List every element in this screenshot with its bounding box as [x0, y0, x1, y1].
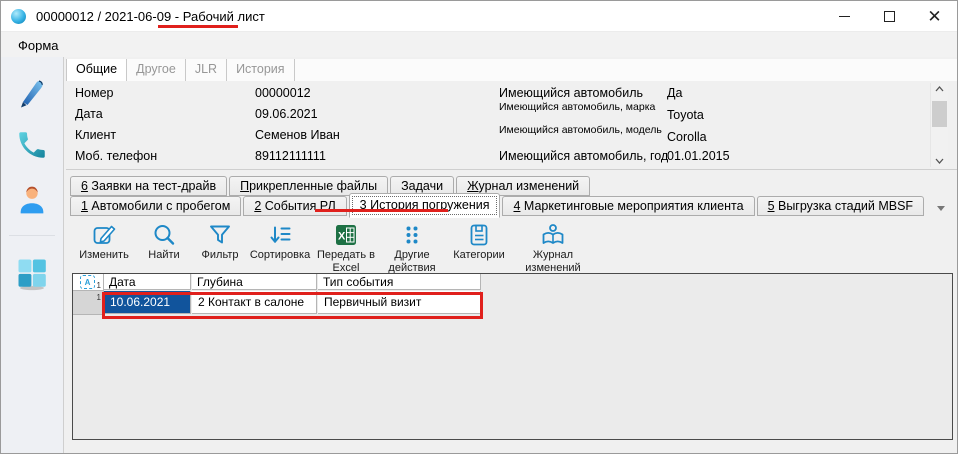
- tab-vygruzka-stadij-mbsf[interactable]: 5 Выгрузка стадий MBSF: [757, 196, 925, 216]
- edit-button[interactable]: Изменить: [72, 221, 136, 262]
- column-header-data[interactable]: Дата: [104, 274, 191, 290]
- tab-istoriya[interactable]: История: [227, 59, 294, 81]
- app-window: 00000012 / 2021-06-09 - Рабочий лист ✕ Ф…: [0, 0, 958, 454]
- close-button[interactable]: ✕: [912, 2, 957, 31]
- field-label: Имеющийся автомобиль, марка: [499, 102, 671, 113]
- column-header-tip-sobytiya[interactable]: Тип события: [318, 274, 481, 290]
- sphere-icon: [11, 9, 26, 24]
- select-all-icon: A: [80, 275, 95, 289]
- tab-overflow-chevron-icon[interactable]: [937, 206, 945, 211]
- filter-icon: [207, 221, 233, 248]
- menu-item-forma[interactable]: Форма: [1, 38, 69, 53]
- row-number: 1: [97, 293, 101, 302]
- field-label: Имеющийся автомобиль: [499, 86, 643, 100]
- tab-sobytiya-rl[interactable]: 2 События РЛ: [243, 196, 346, 216]
- column-header-glubina[interactable]: Глубина: [192, 274, 317, 290]
- field-value[interactable]: Семенов Иван: [255, 128, 340, 142]
- row-header[interactable]: 1: [73, 291, 104, 315]
- tab-drugoe[interactable]: Другое: [127, 59, 186, 81]
- content-area: Общие Другое JLR История Номер 00000012 …: [64, 57, 957, 453]
- scroll-down-icon[interactable]: [931, 155, 948, 167]
- menu-bar: Форма: [1, 32, 957, 59]
- field-label: Моб. телефон: [75, 149, 157, 163]
- change-log-button[interactable]: Журнал изменений: [516, 221, 590, 274]
- annotation-row-highlight: [102, 292, 483, 319]
- table-corner-cell[interactable]: A 1: [73, 274, 104, 291]
- sidebar-separator: [9, 235, 55, 236]
- excel-icon: X: [333, 221, 359, 248]
- scroll-up-icon[interactable]: [931, 83, 948, 95]
- minimize-button[interactable]: [822, 2, 867, 31]
- more-actions-button[interactable]: Другие действия: [382, 221, 442, 274]
- field-label: Клиент: [75, 128, 116, 142]
- tab-avtomobili-s-probegom[interactable]: 1 Автомобили с пробегом: [70, 196, 241, 216]
- phone-icon[interactable]: [15, 128, 49, 165]
- close-icon: ✕: [927, 8, 941, 25]
- form-scrollbar[interactable]: [930, 83, 948, 167]
- annotation-title-underline: [158, 25, 238, 28]
- change-log-icon: [540, 221, 566, 248]
- pen-icon[interactable]: [15, 75, 49, 112]
- form-panel: Номер 00000012 Дата 09.06.2021 Клиент Се…: [66, 81, 957, 170]
- field-value[interactable]: 01.01.2015: [667, 149, 730, 163]
- detail-tab-row-2: 1 Автомобили с пробегом 2 События РЛ 3 И…: [70, 196, 924, 216]
- categories-icon: [466, 221, 492, 248]
- toolbar: Изменить Найти: [72, 221, 592, 271]
- field-value[interactable]: Да: [667, 86, 682, 100]
- field-label: Номер: [75, 86, 113, 100]
- sort-button[interactable]: Сортировка: [250, 221, 310, 262]
- person-icon[interactable]: [15, 183, 49, 220]
- maximize-button[interactable]: [867, 2, 912, 31]
- sidebar: [1, 57, 64, 453]
- maximize-icon: [884, 11, 895, 22]
- filter-button[interactable]: Фильтр: [192, 221, 248, 262]
- minimize-icon: [839, 16, 850, 17]
- field-value[interactable]: 00000012: [255, 86, 311, 100]
- export-excel-button[interactable]: X Передать в Excel: [312, 221, 380, 274]
- tab-istoriya-pogruzheniya[interactable]: 3 История погружения: [349, 193, 501, 218]
- tab-zayavki-test-drive[interactable]: 6 Заявки на тест-драйв: [70, 176, 227, 196]
- field-value[interactable]: 89112111111: [255, 149, 326, 163]
- annotation-tab-underline: [315, 209, 448, 212]
- scrollbar-thumb[interactable]: [932, 101, 947, 127]
- main-area: Общие Другое JLR История Номер 00000012 …: [1, 57, 957, 453]
- corner-marker: 1: [97, 281, 101, 290]
- field-value[interactable]: 09.06.2021: [255, 107, 318, 121]
- sort-icon: [267, 221, 293, 248]
- title-bar: 00000012 / 2021-06-09 - Рабочий лист ✕: [1, 1, 957, 32]
- tiles-icon[interactable]: [14, 255, 50, 294]
- field-label: Имеющийся автомобиль, модель: [499, 125, 671, 136]
- field-value[interactable]: Toyota: [667, 108, 704, 122]
- categories-button[interactable]: Категории: [444, 221, 514, 262]
- window-title: 00000012 / 2021-06-09 - Рабочий лист: [36, 9, 265, 24]
- tab-marketingovye-meropriyatiya[interactable]: 4 Маркетинговые мероприятия клиента: [502, 196, 754, 216]
- edit-icon: [91, 221, 117, 248]
- find-button[interactable]: Найти: [138, 221, 190, 262]
- tab-obshchie[interactable]: Общие: [66, 59, 127, 81]
- field-label: Имеющийся автомобиль, год: [499, 149, 668, 163]
- more-actions-icon: [399, 221, 425, 248]
- svg-text:X: X: [338, 230, 346, 242]
- search-icon: [151, 221, 177, 248]
- field-label: Дата: [75, 107, 103, 121]
- detail-tab-row-1: 6 Заявки на тест-драйв Прикрепленные фай…: [70, 176, 590, 196]
- form-tab-strip: Общие Другое JLR История: [66, 59, 957, 82]
- tab-jlr[interactable]: JLR: [186, 59, 227, 81]
- field-value[interactable]: Corolla: [667, 130, 707, 144]
